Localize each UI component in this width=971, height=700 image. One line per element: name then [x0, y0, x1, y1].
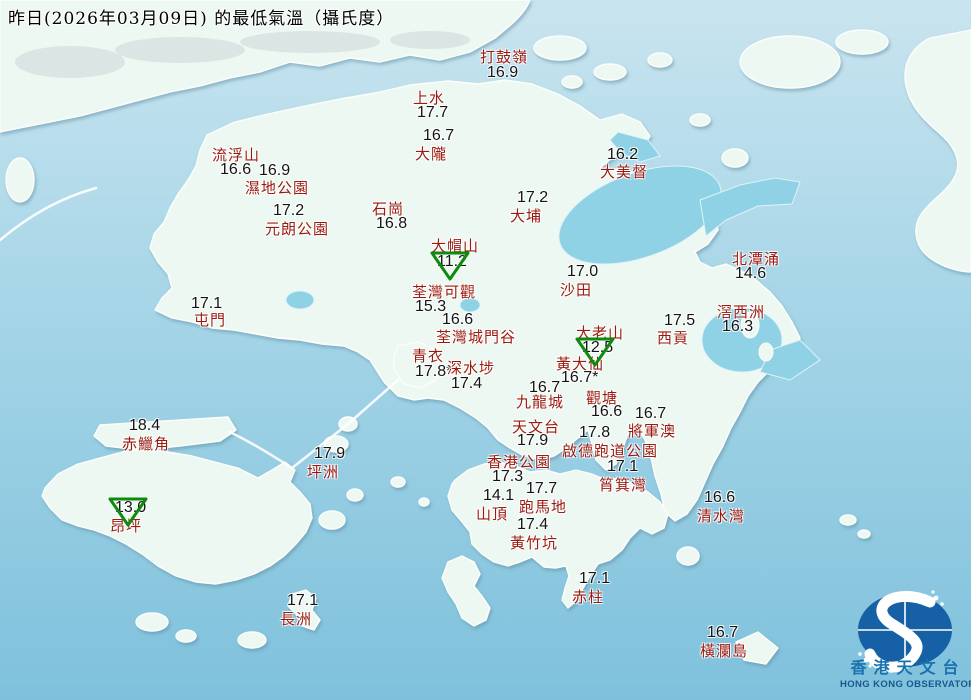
station-value: 17.7: [417, 104, 449, 121]
station-name: 清水灣: [697, 507, 746, 525]
station-name: 沙田: [560, 281, 593, 299]
station-value: 17.5: [664, 312, 696, 329]
hko-logo-text-zh: 香港天文台: [850, 658, 966, 677]
station-value: 16.6: [442, 311, 474, 328]
station-value: 17.8: [579, 424, 611, 441]
station-value: 17.4: [517, 516, 549, 533]
station-value: 16.9: [487, 64, 519, 81]
station-name: 赤柱: [572, 588, 605, 606]
station-value: 14.6: [735, 265, 767, 282]
station-name: 黃竹坑: [510, 534, 559, 552]
station-value: 17.2: [517, 189, 549, 206]
station-name: 赤鱲角: [122, 435, 171, 453]
station-labels-layer: 打鼓嶺 16.9 上水 17.7 大隴 16.7 大美督 16.2 流浮山 16.6 濕地公園 16.…: [0, 0, 971, 700]
station-value: 16.2: [607, 146, 639, 163]
hko-logo: 香港天文台 HONG KONG OBSERVATORY: [840, 578, 971, 690]
station-name: 橫瀾島: [700, 642, 749, 660]
hk-min-temperature-map: 昨日(2026年03月09日) 的最低氣溫（攝氏度） 打鼓嶺 16.9 上水 17.7…: [0, 0, 971, 700]
station-value: 18.4: [129, 417, 161, 434]
station-name: 濕地公園: [245, 179, 310, 197]
station-value: 16.7: [423, 127, 455, 144]
station-name: 元朗公園: [265, 220, 330, 238]
station-name: 山頂: [476, 505, 509, 523]
station-value: 16.6: [591, 403, 623, 420]
station-name: 大埔: [510, 207, 543, 225]
station-value: 17.1: [287, 592, 319, 609]
station-value: 16.7: [635, 405, 667, 422]
station-name: 西貢: [657, 329, 690, 347]
station-value: 16.7: [707, 624, 739, 641]
station-name: 長洲: [280, 610, 313, 628]
station-value: 17.0: [567, 263, 599, 280]
station-value: 16.6: [704, 489, 736, 506]
station-value: 17.1: [607, 458, 639, 475]
station-name: 昂坪: [110, 517, 143, 535]
station-value: 16.8: [376, 215, 408, 232]
station-name: 筲箕灣: [599, 476, 648, 494]
station-name: 跑馬地: [519, 498, 568, 516]
station-value: 17.9: [517, 432, 549, 449]
station-value: 17.3: [492, 468, 524, 485]
station-name: 大隴: [415, 145, 448, 163]
station-name: 荃灣城門谷: [436, 328, 517, 346]
station-name: 大美督: [600, 163, 649, 181]
station-value: 17.7: [526, 480, 558, 497]
station-value: 16.7: [529, 379, 561, 396]
hko-logo-text-en: HONG KONG OBSERVATORY: [840, 679, 971, 690]
station-value: 14.1: [483, 487, 515, 504]
station-value: 16.9: [259, 162, 291, 179]
station-value: 17.1: [191, 295, 223, 312]
station-value: 17.2: [273, 202, 305, 219]
station-value: 13.0: [115, 499, 147, 516]
station-value: 16.7*: [561, 369, 599, 386]
page-title: 昨日(2026年03月09日) 的最低氣溫（攝氏度）: [8, 9, 395, 29]
station-value: 17.9: [314, 445, 346, 462]
station-name: 坪洲: [307, 463, 340, 481]
station-value: 11.2: [437, 253, 467, 270]
station-name: 將軍澳: [628, 422, 677, 440]
station-value: 17.1: [579, 570, 611, 587]
station-value: 16.3: [722, 318, 754, 335]
station-value: 17.4: [451, 375, 483, 392]
